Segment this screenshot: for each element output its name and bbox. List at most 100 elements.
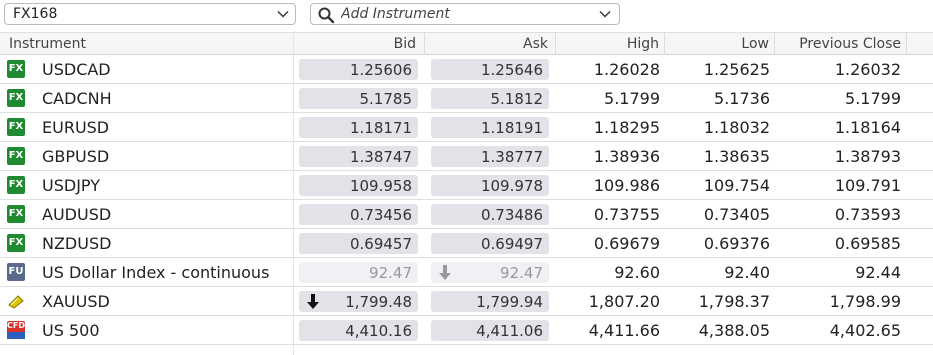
instrument-name: CADCNH: [42, 89, 112, 108]
table-header: Instrument Bid Ask High Low Previous Clo…: [0, 32, 933, 55]
bid-price-cell[interactable]: 1,799.48: [299, 291, 418, 312]
previous-close-value: 4,402.65: [829, 321, 901, 340]
fx-icon: FX: [7, 89, 25, 107]
table-row[interactable]: FX AUDUSD 0.73456 0.73486 0.73755 0.73405 0.73…: [0, 200, 933, 229]
bid-value: 1.38747: [349, 148, 412, 166]
high-value: 0.73755: [593, 205, 660, 224]
previous-close-value: 1.18164: [834, 118, 901, 137]
bid-value: 5.1785: [359, 90, 413, 108]
bid-price-cell[interactable]: 1.18171: [299, 117, 418, 138]
ask-value: 1,799.94: [476, 293, 543, 311]
bid-price-cell[interactable]: 1.38747: [299, 146, 418, 167]
column-divider[interactable]: [424, 33, 425, 55]
column-header-high[interactable]: High: [627, 36, 659, 52]
high-value: 1,807.20: [588, 292, 660, 311]
column-header-bid[interactable]: Bid: [394, 36, 416, 52]
watchlist-select[interactable]: FX168: [4, 3, 296, 25]
previous-close-value: 0.69585: [834, 234, 901, 253]
add-instrument-search[interactable]: [310, 3, 620, 25]
fx-icon: FX: [7, 205, 25, 223]
column-header-instrument[interactable]: Instrument: [9, 36, 86, 52]
table-row[interactable]: CFD US 500 4,410.16 4,411.06 4,411.66 4,388.0…: [0, 316, 933, 345]
arrow-down-icon: [439, 265, 451, 280]
chevron-down-icon: [277, 11, 289, 18]
bid-value: 0.73456: [349, 206, 412, 224]
high-value: 0.69679: [593, 234, 660, 253]
fx-icon: FX: [7, 176, 25, 194]
add-instrument-input[interactable]: [341, 5, 581, 23]
bid-value: 1.18171: [349, 119, 412, 137]
column-divider[interactable]: [774, 33, 775, 55]
bid-price-cell[interactable]: 1.25606: [299, 59, 418, 80]
table-row[interactable]: FX EURUSD 1.18171 1.18191 1.18295 1.18032 1.18…: [0, 113, 933, 142]
ask-value: 5.1812: [490, 90, 544, 108]
table-row[interactable]: FX USDJPY 109.958 109.978 109.986 109.754 109.…: [0, 171, 933, 200]
table-row[interactable]: FU US Dollar Index - continuous 92.47 92.47…: [0, 258, 933, 287]
low-value: 1.38635: [703, 147, 770, 166]
previous-close-value: 92.44: [855, 263, 901, 282]
ask-price-cell[interactable]: 1,799.94: [431, 291, 549, 312]
ask-price-cell[interactable]: 4,411.06: [431, 320, 549, 341]
table-row[interactable]: FX NZDUSD 0.69457 0.69497 0.69679 0.69376 0.69…: [0, 229, 933, 258]
ask-value: 1.18191: [480, 119, 543, 137]
bid-price-cell[interactable]: 109.958: [299, 175, 418, 196]
ask-price-cell[interactable]: 92.47: [431, 262, 549, 283]
low-value: 5.1736: [714, 89, 770, 108]
low-value: 0.73405: [703, 205, 770, 224]
column-header-low[interactable]: Low: [741, 36, 769, 52]
high-value: 1.26028: [593, 60, 660, 79]
previous-close-value: 5.1799: [845, 89, 901, 108]
high-value: 109.986: [593, 176, 660, 195]
instrument-name: US 500: [42, 321, 100, 340]
high-value: 4,411.66: [588, 321, 660, 340]
cfd-icon: CFD: [7, 321, 25, 339]
high-value: 5.1799: [604, 89, 660, 108]
column-divider[interactable]: [906, 33, 907, 55]
previous-close-value: 109.791: [834, 176, 901, 195]
bid-price-cell[interactable]: 4,410.16: [299, 320, 418, 341]
ask-price-cell[interactable]: 0.69497: [431, 233, 549, 254]
fx-icon: FX: [7, 60, 25, 78]
column-header-previous-close[interactable]: Previous Close: [799, 36, 901, 52]
fx-icon: FX: [7, 118, 25, 136]
ask-price-cell[interactable]: 1.18191: [431, 117, 549, 138]
bid-price-cell[interactable]: 92.47: [299, 262, 418, 283]
instrument-name: GBPUSD: [42, 147, 110, 166]
column-divider[interactable]: [555, 33, 556, 55]
bid-price-cell[interactable]: 5.1785: [299, 88, 418, 109]
ask-price-cell[interactable]: 1.38777: [431, 146, 549, 167]
instrument-name: EURUSD: [42, 118, 110, 137]
high-value: 1.18295: [593, 118, 660, 137]
low-value: 1,798.37: [698, 292, 770, 311]
table-row[interactable]: FX GBPUSD 1.38747 1.38777 1.38936 1.38635 1.38…: [0, 142, 933, 171]
high-value: 92.60: [614, 263, 660, 282]
bid-value: 109.958: [349, 177, 412, 195]
column-header-ask[interactable]: Ask: [523, 36, 548, 52]
instrument-name: XAUUSD: [42, 292, 110, 311]
table-row[interactable]: FX CADCNH 5.1785 5.1812 5.1799 5.1736 5.1799: [0, 84, 933, 113]
bid-value: 1,799.48: [345, 293, 412, 311]
instrument-name: AUDUSD: [42, 205, 112, 224]
ask-price-cell[interactable]: 0.73486: [431, 204, 549, 225]
fx-icon: FX: [7, 147, 25, 165]
ask-value: 109.978: [480, 177, 543, 195]
ask-value: 1.38777: [480, 148, 543, 166]
ask-price-cell[interactable]: 109.978: [431, 175, 549, 196]
ask-value: 1.25646: [480, 61, 543, 79]
column-divider[interactable]: [664, 33, 665, 55]
arrow-down-icon: [307, 294, 319, 309]
ask-price-cell[interactable]: 1.25646: [431, 59, 549, 80]
high-value: 1.38936: [593, 147, 660, 166]
table-row[interactable]: XAUUSD 1,799.48 1,799.94 1,807.20 1,798.37 1,…: [0, 287, 933, 316]
fx-icon: FX: [7, 234, 25, 252]
bid-price-cell[interactable]: 0.73456: [299, 204, 418, 225]
bid-price-cell[interactable]: 0.69457: [299, 233, 418, 254]
previous-close-value: 1,798.99: [829, 292, 901, 311]
low-value: 0.69376: [703, 234, 770, 253]
ask-price-cell[interactable]: 5.1812: [431, 88, 549, 109]
toolbar: FX168: [0, 0, 933, 32]
table-row[interactable]: FX USDCAD 1.25606 1.25646 1.26028 1.25625 1.26…: [0, 55, 933, 84]
low-value: 1.25625: [703, 60, 770, 79]
previous-close-value: 1.38793: [834, 147, 901, 166]
search-icon: [318, 7, 335, 24]
